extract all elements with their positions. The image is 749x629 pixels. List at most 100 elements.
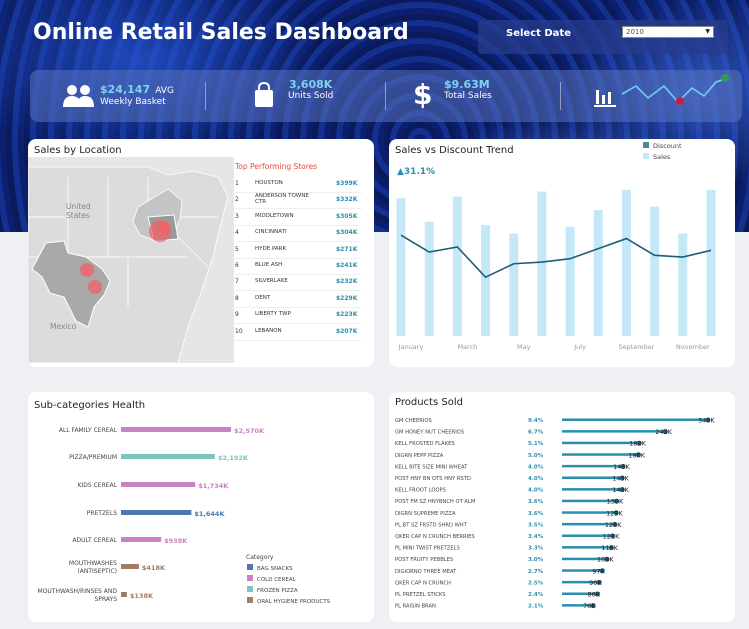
sales-label: Total Sales bbox=[444, 91, 492, 101]
sales-bar[interactable] bbox=[706, 189, 716, 336]
product-share: 4.0% bbox=[528, 488, 544, 494]
x-tick-label: July bbox=[573, 343, 586, 351]
store-rank: 9 bbox=[235, 311, 239, 319]
legend-sales: Sales bbox=[653, 153, 671, 161]
product-value: 90K bbox=[589, 579, 602, 587]
sales-bar[interactable] bbox=[481, 225, 491, 336]
us-map[interactable]: United States Mexico bbox=[28, 157, 234, 363]
date-select[interactable]: 2010 ▼ bbox=[622, 26, 714, 38]
store-value: $229K bbox=[336, 294, 358, 302]
product-value: 143K bbox=[612, 486, 629, 494]
subcategory-bar[interactable] bbox=[121, 482, 196, 487]
store-row[interactable]: 9 LIBERTY TWP $223K bbox=[235, 308, 362, 325]
product-label: PL MINI TWIST PRETZELS bbox=[395, 546, 460, 552]
product-label: KELL FROOT LOOPS bbox=[395, 488, 446, 494]
store-row[interactable]: 4 CINCINNATI $304K bbox=[235, 226, 362, 243]
sales-bar[interactable] bbox=[424, 221, 434, 336]
product-label: QKER CAP N CRUNCH BERRIES bbox=[395, 534, 475, 540]
sales-by-location-card: Sales by Location United States Mexico T… bbox=[28, 139, 374, 367]
product-label: DIGRN PEPP PIZZA bbox=[395, 453, 444, 459]
product-value: 126K bbox=[605, 521, 622, 529]
product-share: 4.0% bbox=[528, 476, 544, 482]
product-share: 2.7% bbox=[528, 569, 544, 575]
sales-bar[interactable] bbox=[509, 233, 519, 336]
subcategory-value: $1,644K bbox=[194, 510, 225, 518]
store-name: CINCINNATI bbox=[255, 229, 287, 236]
product-label: KELL FROSTED FLAKES bbox=[395, 441, 455, 447]
store-row[interactable]: 6 BLUE ASH $241K bbox=[235, 259, 362, 275]
product-share: 3.6% bbox=[528, 499, 544, 505]
store-value: $241K bbox=[336, 262, 358, 269]
store-row[interactable]: 10 LEBANON $207K bbox=[235, 325, 362, 341]
legend-item: FROZEN PIZZA bbox=[257, 588, 298, 594]
subcategory-bar[interactable] bbox=[121, 454, 215, 459]
sales-bar[interactable] bbox=[565, 226, 575, 336]
store-row[interactable]: 2 ANDERSON TOWNE CTR $332K bbox=[235, 193, 362, 210]
subcategory-value: $2,570K bbox=[234, 427, 265, 435]
store-row[interactable]: 1 HOUSTON $399K bbox=[235, 177, 362, 193]
basket-value: $24,147 bbox=[100, 83, 151, 96]
product-value: 129K bbox=[606, 509, 623, 517]
subcategory-value: $2,192K bbox=[218, 454, 249, 462]
sales-bar[interactable] bbox=[621, 189, 631, 336]
kpi-bar: $24,147 AVG Weekly Basket 3,608K Units S… bbox=[30, 70, 742, 122]
product-share: 5.1% bbox=[528, 441, 544, 447]
product-bar[interactable] bbox=[562, 418, 710, 422]
subcategory-bar[interactable] bbox=[121, 510, 192, 515]
store-row[interactable]: 3 MIDDLETOWN $305K bbox=[235, 210, 362, 226]
store-value: $399K bbox=[336, 180, 358, 187]
product-label: POST FRUITY PEBBLES bbox=[395, 557, 453, 563]
store-name: ANDERSON TOWNE CTR bbox=[255, 193, 309, 206]
subcategory-bar[interactable] bbox=[121, 592, 127, 597]
product-share: 3.4% bbox=[528, 534, 544, 540]
subcategory-label: PRETZELS bbox=[87, 510, 117, 517]
store-rank: 1 bbox=[235, 180, 239, 187]
product-share: 3.0% bbox=[528, 557, 544, 563]
page-title: Online Retail Sales Dashboard bbox=[33, 20, 409, 45]
product-share: 6.7% bbox=[528, 430, 544, 436]
store-row[interactable]: 5 HYDE PARK $271K bbox=[235, 243, 362, 259]
product-bar[interactable] bbox=[562, 430, 668, 433]
product-label: DIGIORNO THREE MEAT bbox=[395, 569, 457, 575]
date-filter: Select Date 2010 ▼ bbox=[478, 20, 728, 54]
product-value: 340K bbox=[698, 417, 715, 425]
subcategory-value: $1,734K bbox=[198, 482, 229, 490]
product-value: 108K bbox=[597, 556, 614, 564]
store-row[interactable]: 7 SILVERLAKE $232K bbox=[235, 275, 362, 292]
dollar-icon: $ bbox=[413, 78, 433, 111]
subcategory-label: ALL FAMILY CEREAL bbox=[59, 427, 118, 434]
store-rank: 3 bbox=[235, 212, 239, 220]
subcategory-bar[interactable] bbox=[121, 537, 162, 542]
growth-kpi: ▲31.1% bbox=[397, 167, 435, 177]
product-label: DIGRN SUPREME PIZZA bbox=[395, 511, 456, 517]
store-name: HYDE PARK bbox=[255, 245, 287, 252]
subcategory-value: $418K bbox=[142, 564, 166, 572]
store-name: BLUE ASH bbox=[255, 262, 283, 268]
subcategory-bar[interactable] bbox=[121, 427, 231, 432]
subcategory-value: $938K bbox=[164, 537, 188, 545]
sales-bar[interactable] bbox=[593, 210, 603, 336]
map-label: States bbox=[66, 211, 90, 220]
sales-bar[interactable] bbox=[678, 233, 688, 336]
sales-by-location-title: Sales by Location bbox=[34, 145, 122, 156]
subcategory-bar[interactable] bbox=[121, 564, 139, 569]
date-value: 2010 bbox=[626, 28, 644, 36]
store-row[interactable]: 8 DENT $229K bbox=[235, 292, 362, 308]
x-tick-label: March bbox=[457, 343, 477, 351]
shopping-bag-icon bbox=[255, 82, 273, 107]
product-label: GM HONEY NUT CHEERIOS bbox=[395, 430, 464, 436]
subcategory-value: $138K bbox=[130, 592, 154, 600]
product-label: PL RAISIN BRAN bbox=[395, 604, 436, 610]
sales-bar[interactable] bbox=[452, 196, 462, 336]
legend-swatch bbox=[247, 586, 253, 592]
map-label: Mexico bbox=[50, 322, 77, 331]
product-share: 2.4% bbox=[528, 592, 544, 598]
product-label: KELL BITE SIZE MINI WHEAT bbox=[395, 464, 468, 470]
product-share: 2.1% bbox=[528, 604, 544, 610]
sales-bar[interactable] bbox=[650, 206, 660, 336]
store-value: $232K bbox=[336, 278, 358, 286]
store-name: LIBERTY TWP bbox=[255, 311, 291, 318]
sales-bar[interactable] bbox=[537, 191, 547, 336]
sales-bar[interactable] bbox=[396, 198, 406, 336]
sales-discount-chart: January March May July September November ▲31.… bbox=[396, 142, 716, 351]
